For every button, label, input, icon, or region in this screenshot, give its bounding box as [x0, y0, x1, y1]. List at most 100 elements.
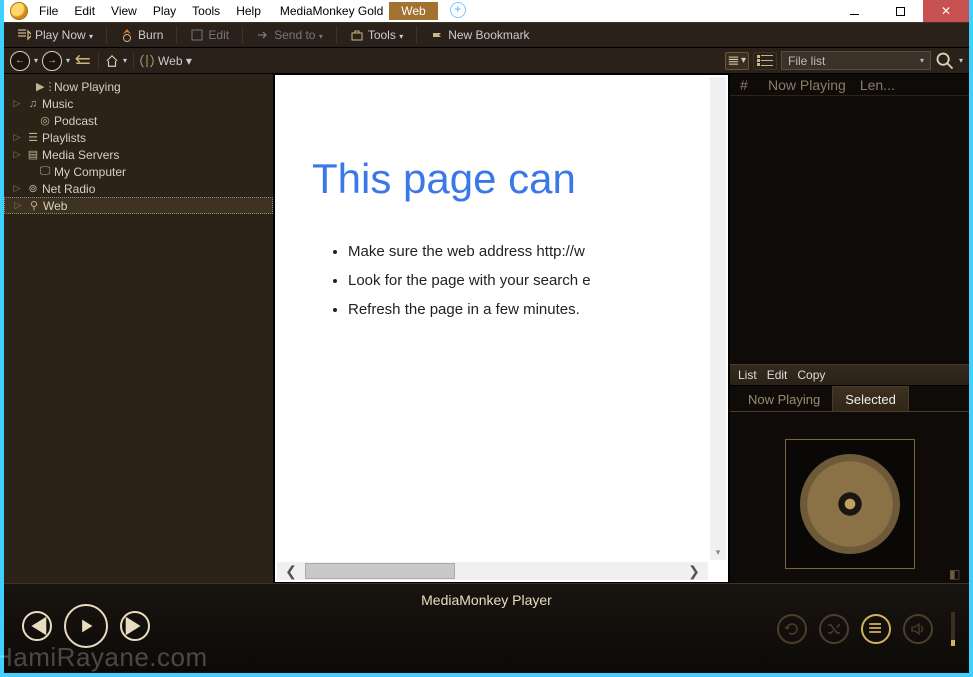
menu-play[interactable]: Play — [146, 2, 183, 20]
play-now-label: Play Now ▾ — [35, 28, 93, 42]
nav-back-button[interactable]: ← — [10, 51, 30, 71]
expand-icon[interactable]: ▷ — [10, 132, 24, 143]
web-content-pane: This page can Make sure the web address … — [274, 74, 729, 583]
server-icon: ▤ — [24, 148, 42, 161]
menu-edit[interactable]: Edit — [67, 2, 102, 20]
error-hint: Refresh the page in a few minutes. — [348, 301, 708, 318]
scroll-left-button[interactable]: ❮ — [277, 563, 305, 580]
burn-icon — [120, 28, 134, 42]
tree-label: My Computer — [54, 165, 126, 179]
tree-label: Now Playing — [54, 80, 121, 94]
window-maximize-button[interactable] — [877, 0, 923, 22]
chevron-down-icon: ▾ — [920, 56, 924, 65]
panel-config-icon[interactable]: ◧ — [949, 567, 965, 583]
expand-icon[interactable]: ▷ — [10, 183, 24, 194]
scroll-thumb[interactable] — [305, 563, 455, 579]
vertical-scrollbar[interactable]: ▾ — [710, 77, 726, 560]
right-panel: # Now Playing Len... List Edit Copy Now … — [729, 74, 969, 583]
menu-help[interactable]: Help — [229, 2, 268, 20]
column-length[interactable]: Len... — [860, 77, 895, 93]
tools-button[interactable]: Tools ▾ — [343, 25, 410, 45]
filelist-combo[interactable]: File list ▾ — [781, 51, 931, 70]
search-button[interactable] — [935, 54, 955, 68]
art-panel-menu: List Edit Copy — [730, 364, 969, 386]
burn-button[interactable]: Burn — [113, 25, 170, 45]
player-bar: MediaMonkey Player — [4, 583, 969, 673]
main-menu: File Edit View Play Tools Help MediaMonk… — [32, 2, 466, 20]
computer-icon: 🖵 — [36, 165, 54, 178]
toolbar: Play Now ▾ Burn Edit Send to ▾ — [4, 22, 969, 48]
player-prev-button[interactable] — [22, 611, 52, 641]
window-close-button[interactable]: ✕ — [923, 0, 969, 22]
playlists-icon: ☰ — [24, 131, 42, 144]
expand-icon[interactable]: ▷ — [11, 200, 25, 211]
tab-web[interactable]: Web — [389, 2, 437, 20]
tree-label: Playlists — [42, 131, 86, 145]
tree-now-playing[interactable]: ▶⋮ Now Playing — [4, 78, 273, 95]
title-bar: File Edit View Play Tools Help MediaMonk… — [4, 0, 969, 22]
tree-label: Web — [43, 199, 67, 213]
scroll-down-icon[interactable]: ▾ — [710, 544, 726, 560]
edit-label: Edit — [208, 28, 229, 42]
player-nowplaying-button[interactable] — [861, 614, 891, 644]
tree-media-servers[interactable]: ▷ ▤ Media Servers — [4, 146, 273, 163]
radio-icon: ⊚ — [24, 182, 42, 195]
filelist-combo-value: File list — [788, 54, 825, 68]
album-art-container — [730, 424, 969, 583]
new-bookmark-label: New Bookmark — [448, 28, 529, 42]
expand-icon[interactable]: ▷ — [10, 98, 24, 109]
tree-my-computer[interactable]: 🖵 My Computer — [4, 163, 273, 180]
burn-label: Burn — [138, 28, 163, 42]
player-shuffle-button[interactable] — [819, 614, 849, 644]
menu-tools[interactable]: Tools — [185, 2, 227, 20]
tree-label: Music — [42, 97, 73, 111]
column-now-playing[interactable]: Now Playing — [768, 77, 846, 93]
breadcrumb-item[interactable]: Web ▾ — [158, 54, 192, 68]
art-panel-tabs: Now Playing Selected — [730, 386, 969, 412]
send-to-button: Send to ▾ — [249, 25, 330, 45]
now-playing-icon: ▶⋮ — [36, 80, 54, 93]
play-now-icon — [17, 28, 31, 42]
menu-view[interactable]: View — [104, 2, 144, 20]
nav-home-button[interactable] — [105, 54, 119, 68]
nav-up-button[interactable] — [74, 54, 92, 68]
player-play-button[interactable] — [64, 604, 108, 648]
player-next-button[interactable] — [120, 611, 150, 641]
menu-file[interactable]: File — [32, 2, 65, 20]
art-menu-list[interactable]: List — [738, 368, 757, 382]
album-art-frame — [785, 439, 915, 569]
nav-forward-button[interactable]: → — [42, 51, 62, 71]
art-tab-selected[interactable]: Selected — [832, 386, 909, 412]
art-tab-now-playing[interactable]: Now Playing — [736, 387, 832, 412]
breadcrumb-web-icon — [140, 54, 154, 68]
expand-icon[interactable]: ▷ — [10, 149, 24, 160]
edit-icon — [190, 28, 204, 42]
player-repeat-button[interactable] — [777, 614, 807, 644]
column-num[interactable]: # — [740, 77, 754, 93]
art-menu-copy[interactable]: Copy — [797, 368, 825, 382]
tree-web[interactable]: ▷ ⚲ Web — [4, 197, 273, 214]
tools-icon — [350, 28, 364, 42]
horizontal-scrollbar[interactable]: ❮ ❯ — [277, 562, 708, 580]
player-mute-button[interactable] — [903, 614, 933, 644]
play-now-button[interactable]: Play Now ▾ — [10, 25, 100, 45]
tree-net-radio[interactable]: ▷ ⊚ Net Radio — [4, 180, 273, 197]
podcast-icon: ◎ — [36, 114, 54, 127]
window-minimize-button[interactable] — [831, 0, 877, 22]
tracklist-header: # Now Playing Len... — [730, 74, 969, 96]
sidebar-tree: ▶⋮ Now Playing ▷ ♫ Music ◎ Podcast ▷ ☰ P… — [4, 74, 274, 583]
tools-label: Tools ▾ — [368, 28, 403, 42]
view-columns-button[interactable] — [753, 52, 777, 70]
view-list-button[interactable]: ▾ — [725, 52, 749, 70]
new-bookmark-button[interactable]: New Bookmark — [423, 25, 536, 45]
art-menu-edit[interactable]: Edit — [767, 368, 788, 382]
app-name-label: MediaMonkey Gold — [270, 2, 387, 20]
tree-music[interactable]: ▷ ♫ Music — [4, 95, 273, 112]
album-art-placeholder-icon — [800, 454, 900, 554]
volume-slider[interactable] — [951, 612, 955, 646]
new-tab-button[interactable]: + — [450, 2, 466, 18]
scroll-right-button[interactable]: ❯ — [680, 563, 708, 580]
tree-playlists[interactable]: ▷ ☰ Playlists — [4, 129, 273, 146]
tree-podcast[interactable]: ◎ Podcast — [4, 112, 273, 129]
tree-label: Net Radio — [42, 182, 95, 196]
